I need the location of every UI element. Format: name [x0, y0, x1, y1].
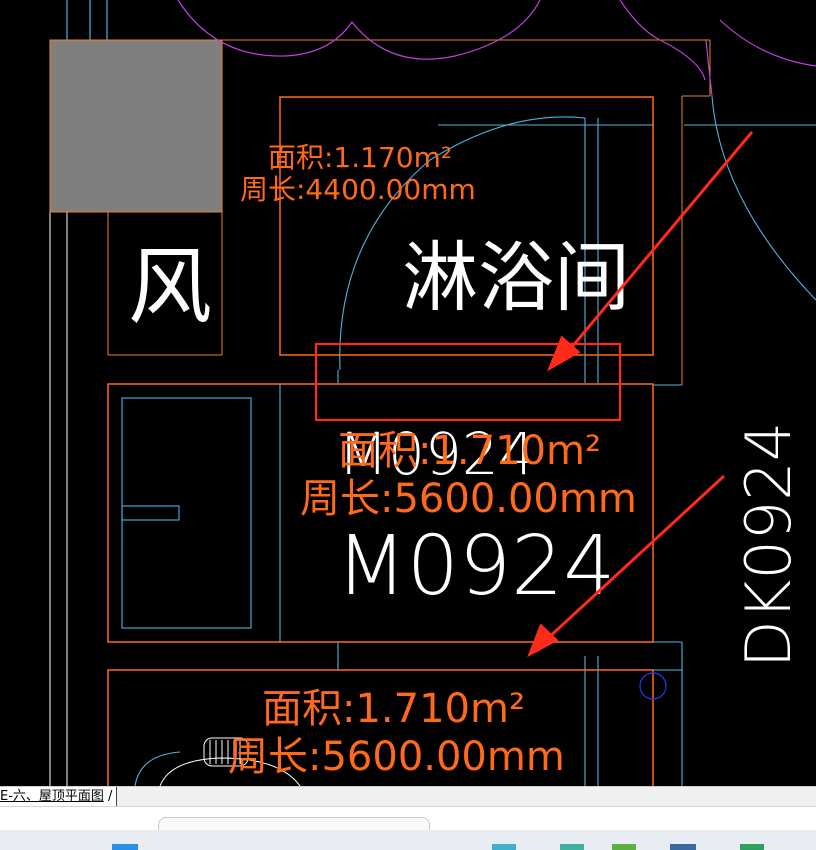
perimeter-label-1: 周长:4400.00mm: [240, 173, 476, 206]
taskbar-app-icon[interactable]: [740, 844, 764, 850]
taskbar-app-icon[interactable]: [492, 844, 516, 850]
taskbar-app-icon[interactable]: [560, 844, 584, 850]
gray-column: [49, 39, 223, 213]
start-button-icon[interactable]: [112, 844, 138, 850]
bottom-cyan-curve: [134, 751, 181, 786]
taskbar-app-icon[interactable]: [670, 844, 696, 850]
windows-taskbar: [0, 830, 816, 850]
wall-lines-left: [66, 0, 108, 40]
magenta-arcs: [177, 0, 816, 97]
taskbar-app-icon[interactable]: [612, 844, 636, 850]
perimeter-label-3: 周长:5600.00mm: [228, 734, 565, 780]
door-label-m0924: M0924: [336, 519, 615, 614]
perimeter-label-2: 周长:5600.00mm: [300, 476, 637, 522]
room-name-shower: 淋浴间: [402, 233, 630, 322]
layout-tab-bar: E-六、屋顶平面图 /: [0, 786, 816, 807]
area-label-3: 面积:1.710m²: [262, 686, 525, 732]
status-area: [0, 806, 816, 832]
area-label-1: 面积:1.170m²: [268, 141, 452, 174]
layout-tab-roof-plan[interactable]: E-六、屋顶平面图 /: [0, 787, 118, 806]
room-name-left-char: 风: [128, 238, 212, 336]
layout-tab-label: E-六、屋顶平面图: [0, 789, 104, 804]
door-label-dk0924: DK0924: [732, 422, 805, 668]
cad-drawing-canvas[interactable]: 风 淋浴间 面积:1.170m² 周长:4400.00mm M0924 面积:1…: [0, 0, 816, 786]
area-label-2: 面积:1.710m²: [338, 428, 601, 474]
